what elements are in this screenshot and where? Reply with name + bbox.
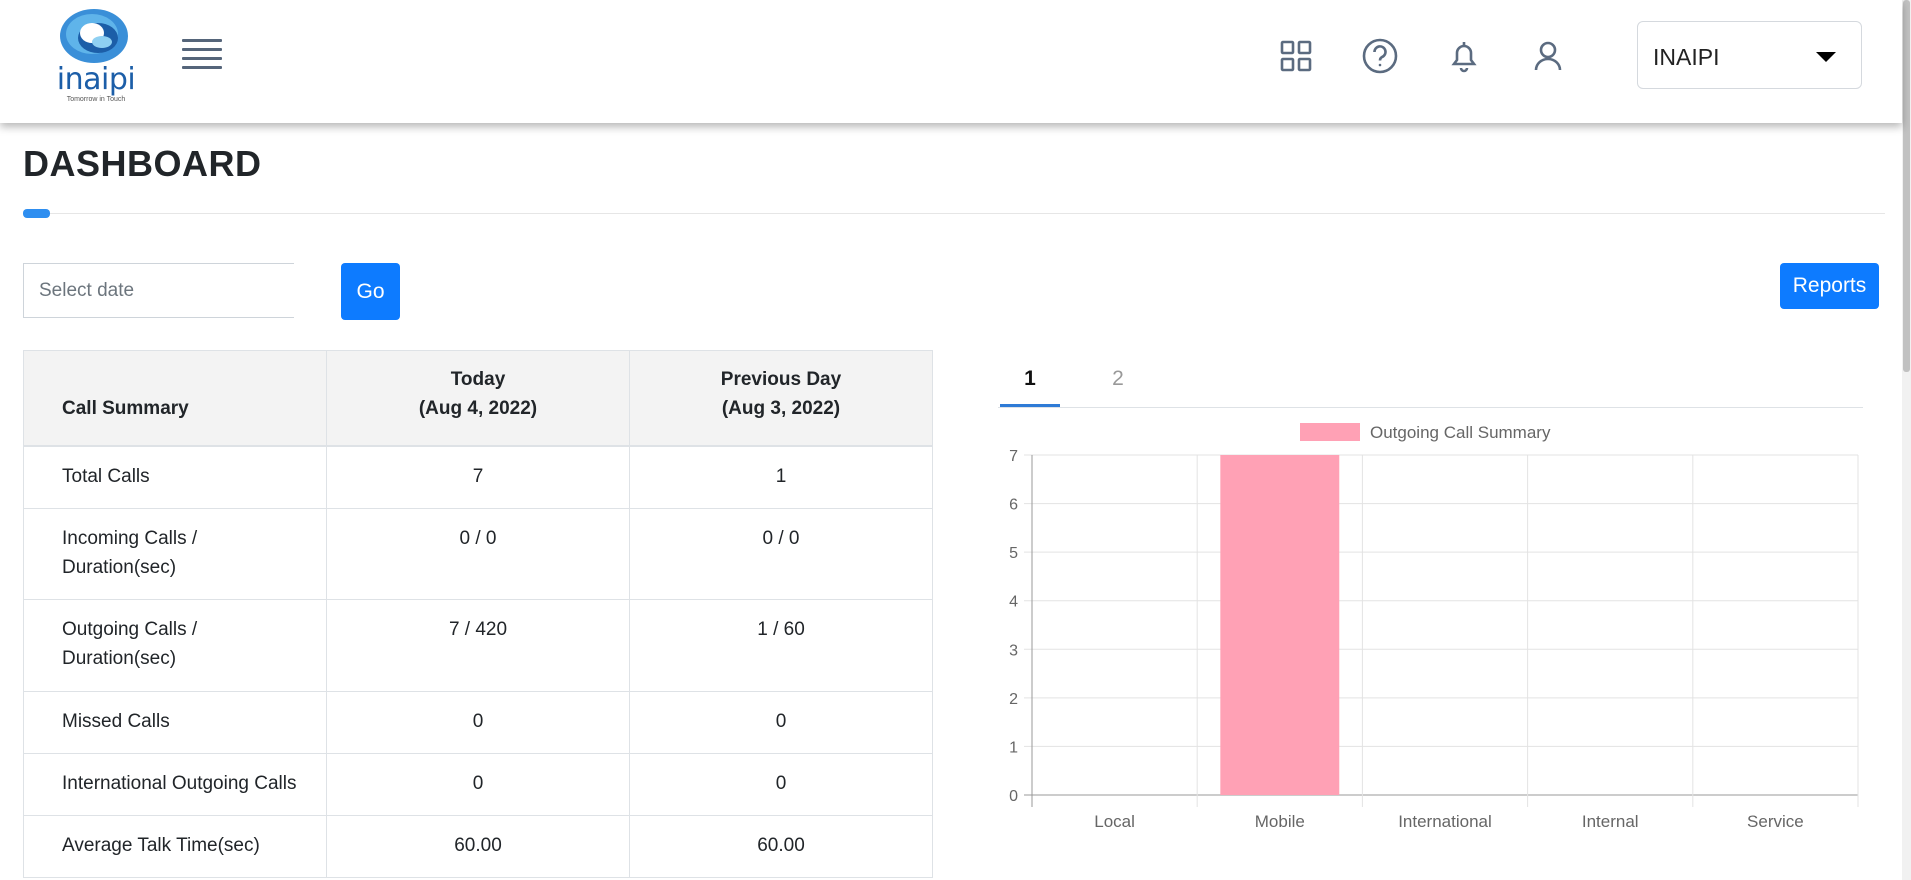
table-row: Total Calls 7 1: [23, 445, 933, 509]
apps-grid-icon[interactable]: [1276, 36, 1316, 76]
y-tick-label: 5: [1009, 545, 1018, 562]
column-header-call-summary: Call Summary: [23, 350, 327, 447]
table-row: Incoming Calls / Duration(sec) 0 / 0 0 /…: [23, 507, 933, 600]
row-label: Total Calls: [23, 445, 327, 509]
previous-value: 1 / 60: [629, 598, 933, 692]
today-value: 0: [326, 690, 630, 754]
title-accent-bar: [23, 209, 50, 218]
chart-tabs: 1 2: [998, 359, 1863, 408]
y-tick-label: 2: [1009, 691, 1018, 708]
call-summary-table: Call Summary Today (Aug 4, 2022) Previou…: [23, 350, 933, 878]
x-tick-label: International: [1398, 812, 1492, 831]
x-tick-label: Internal: [1582, 812, 1639, 831]
help-icon[interactable]: [1360, 36, 1400, 76]
y-tick-label: 3: [1009, 642, 1018, 659]
logo-wordmark: inaipi: [56, 62, 136, 97]
logo-swirl-icon: [60, 9, 128, 63]
organization-select-value: INAIPI: [1653, 44, 1720, 70]
organization-select[interactable]: INAIPI: [1637, 21, 1862, 89]
page-title: DASHBOARD: [23, 143, 262, 184]
today-value: 0: [326, 752, 630, 816]
previous-value: 0: [629, 752, 933, 816]
table-row: International Outgoing Calls 0 0: [23, 752, 933, 816]
row-label: Incoming Calls / Duration(sec): [23, 507, 327, 600]
today-value: 7: [326, 445, 630, 509]
row-label: Missed Calls: [23, 690, 327, 754]
date-picker-input[interactable]: [23, 263, 294, 318]
column-header-previous-title: Previous Day: [720, 369, 842, 390]
go-button[interactable]: Go: [341, 263, 400, 320]
tab-chart-1[interactable]: 1: [1000, 359, 1060, 407]
column-header-label: Call Summary: [62, 398, 189, 419]
user-icon[interactable]: [1528, 36, 1568, 76]
today-value: 60.00: [326, 814, 630, 878]
previous-value: 0: [629, 690, 933, 754]
top-navbar: inaipi Tomorrow in Touch INAIPI: [0, 0, 1902, 123]
x-tick-label: Mobile: [1255, 812, 1305, 831]
column-header-previous-day: Previous Day (Aug 3, 2022): [629, 350, 933, 447]
y-tick-label: 6: [1009, 497, 1018, 514]
x-tick-label: Service: [1747, 812, 1804, 831]
table-row: Outgoing Calls / Duration(sec) 7 / 420 1…: [23, 598, 933, 692]
column-header-today: Today (Aug 4, 2022): [326, 350, 630, 447]
table-header-row: Call Summary Today (Aug 4, 2022) Previou…: [23, 350, 933, 447]
outgoing-call-summary-chart: Outgoing Call Summary 0 1 2 3 4 5 6 7 Local Mobile…: [1009, 423, 1859, 831]
legend-label: Outgoing Call Summary: [1370, 423, 1551, 442]
chevron-down-icon: [1816, 52, 1836, 62]
page-scrollbar[interactable]: [1902, 0, 1911, 880]
row-label: International Outgoing Calls: [23, 752, 327, 816]
x-tick-label: Local: [1094, 812, 1135, 831]
bell-icon[interactable]: [1444, 36, 1484, 76]
y-tick-label: 1: [1009, 739, 1018, 756]
y-tick-label: 4: [1009, 594, 1018, 611]
row-label: Outgoing Calls / Duration(sec): [23, 598, 327, 692]
column-header-today-title: Today: [450, 369, 506, 390]
reports-button[interactable]: Reports: [1780, 263, 1879, 309]
y-tick-label: 0: [1009, 788, 1018, 805]
legend-swatch: [1300, 423, 1360, 441]
today-value: 7 / 420: [326, 598, 630, 692]
scrollbar-thumb[interactable]: [1903, 0, 1910, 372]
inaipi-logo[interactable]: inaipi Tomorrow in Touch: [56, 6, 136, 108]
title-divider: [23, 213, 1885, 214]
today-value: 0 / 0: [326, 507, 630, 600]
previous-value: 0 / 0: [629, 507, 933, 600]
column-header-today-date: (Aug 4, 2022): [418, 398, 538, 419]
row-label: Average Talk Time(sec): [23, 814, 327, 878]
previous-value: 60.00: [629, 814, 933, 878]
menu-toggle-icon[interactable]: [182, 39, 224, 71]
y-tick-label: 7: [1009, 448, 1018, 465]
bar-mobile: [1220, 455, 1340, 795]
column-header-previous-date: (Aug 3, 2022): [721, 398, 841, 419]
table-row: Missed Calls 0 0: [23, 690, 933, 754]
tab-chart-2[interactable]: 2: [1088, 359, 1148, 407]
logo-tagline: Tomorrow in Touch: [66, 96, 126, 103]
previous-value: 1: [629, 445, 933, 509]
table-row: Average Talk Time(sec) 60.00 60.00: [23, 814, 933, 878]
